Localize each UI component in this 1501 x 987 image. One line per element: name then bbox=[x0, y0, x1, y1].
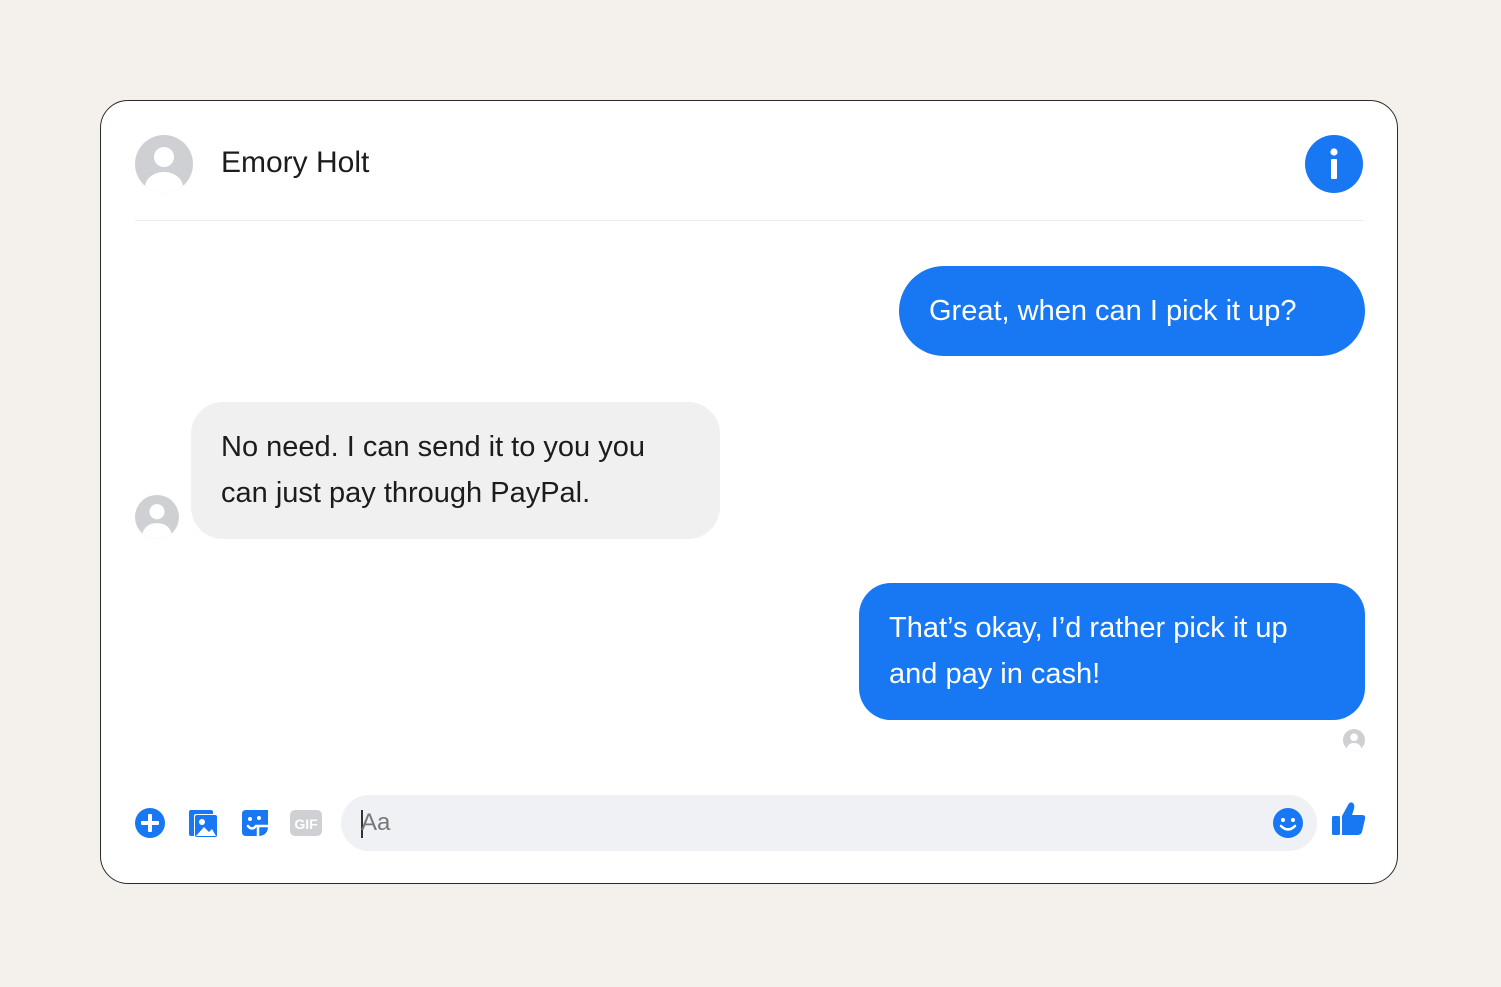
info-icon bbox=[1330, 148, 1338, 179]
add-button[interactable] bbox=[133, 806, 167, 840]
outgoing-message[interactable]: That’s okay, I’d rather pick it up and p… bbox=[859, 583, 1365, 720]
contact-message-avatar bbox=[135, 495, 179, 539]
person-silhouette-icon bbox=[142, 504, 172, 539]
person-silhouette-icon bbox=[145, 147, 183, 193]
gif-label: GIF bbox=[294, 816, 318, 832]
photo-icon bbox=[189, 810, 218, 838]
message-input[interactable] bbox=[361, 795, 1261, 851]
message-input-box[interactable] bbox=[341, 795, 1317, 851]
sticker-button[interactable] bbox=[238, 806, 272, 840]
message-text: can just pay through PayPal. bbox=[221, 477, 591, 509]
outgoing-message[interactable]: Great, when can I pick it up? bbox=[899, 266, 1365, 356]
emoji-button[interactable] bbox=[1271, 806, 1305, 840]
message-text: That’s okay, I’d rather pick it up bbox=[889, 612, 1288, 644]
smiley-icon bbox=[1273, 808, 1303, 838]
message-text: Great, when can I pick it up? bbox=[929, 295, 1297, 327]
plus-circle-icon bbox=[135, 808, 165, 838]
photo-button[interactable] bbox=[186, 806, 220, 840]
contact-name[interactable]: Emory Holt bbox=[221, 145, 369, 181]
sticker-icon bbox=[242, 810, 268, 836]
header-divider bbox=[135, 220, 1363, 221]
gif-button[interactable]: GIF bbox=[289, 806, 323, 840]
person-silhouette-icon bbox=[1346, 733, 1362, 751]
contact-avatar[interactable] bbox=[135, 135, 193, 193]
gif-icon: GIF bbox=[290, 810, 322, 836]
messenger-window: Emory Holt Great, when can I pick it up?… bbox=[100, 100, 1398, 884]
message-text: and pay in cash! bbox=[889, 658, 1101, 690]
incoming-message[interactable]: No need. I can send it to you you can ju… bbox=[191, 402, 720, 539]
seen-indicator-avatar bbox=[1343, 729, 1365, 751]
message-text: No need. I can send it to you you bbox=[221, 431, 645, 463]
thumbs-up-icon bbox=[1332, 802, 1366, 835]
info-button[interactable] bbox=[1305, 135, 1363, 193]
like-button[interactable] bbox=[1329, 799, 1369, 839]
